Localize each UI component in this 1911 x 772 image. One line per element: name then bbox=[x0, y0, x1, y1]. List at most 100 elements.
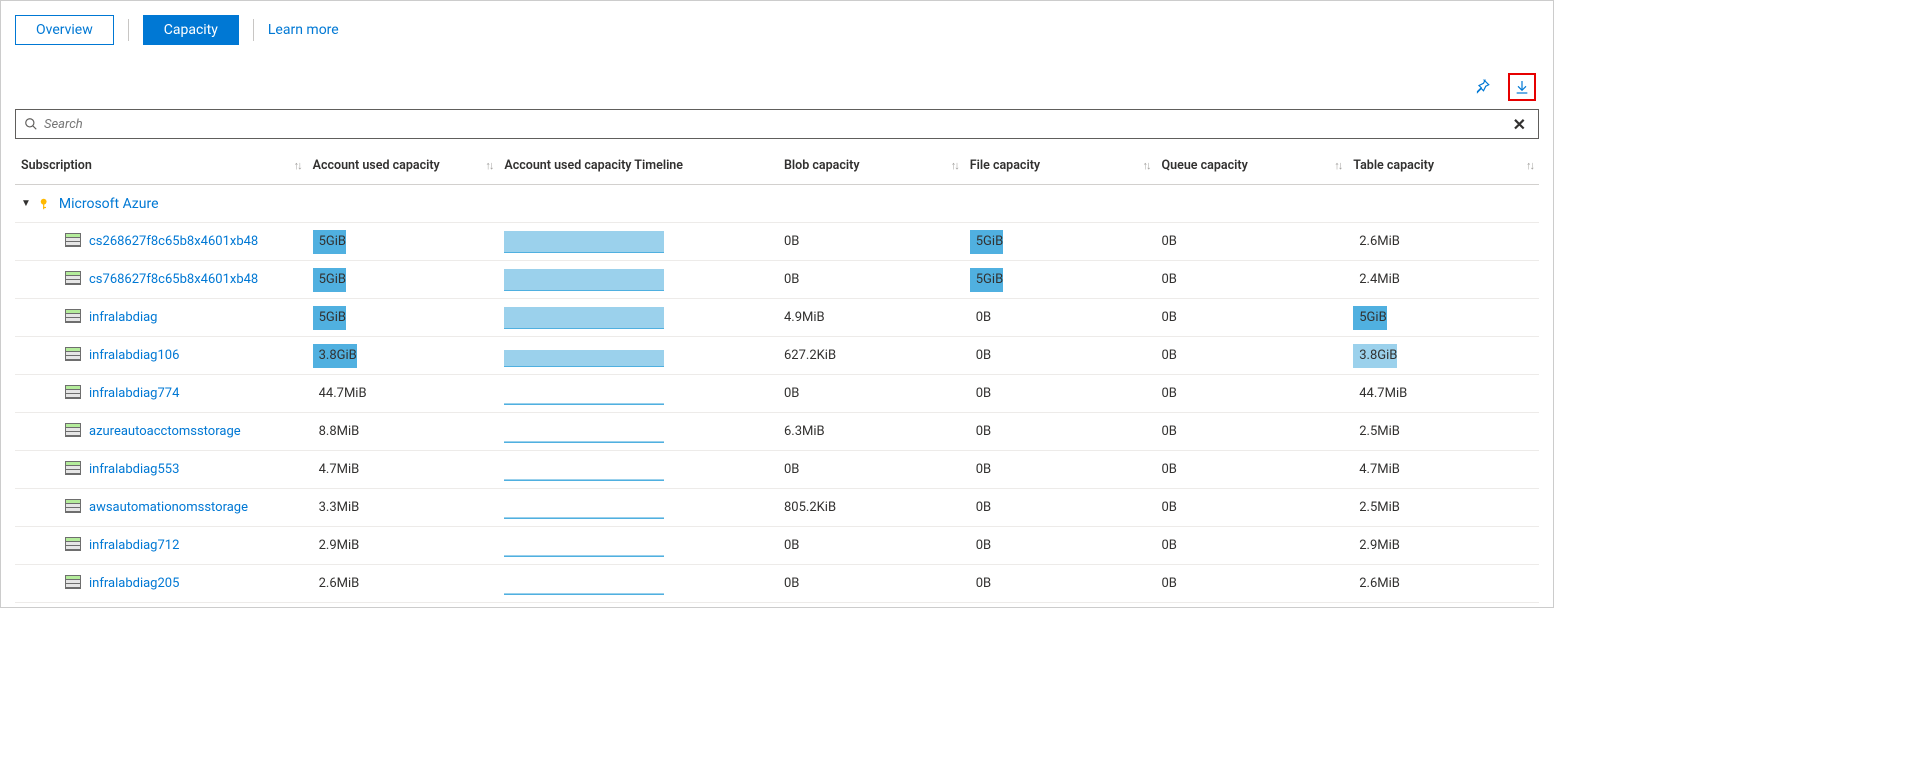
storage-account-icon bbox=[65, 309, 81, 323]
cell-used: 3.3MiB bbox=[307, 496, 499, 520]
capacity-bar-cell: 2.9MiB bbox=[1353, 534, 1400, 558]
cell-timeline bbox=[498, 535, 778, 557]
col-header-blob[interactable]: Blob capacity ↑↓ bbox=[778, 158, 964, 173]
capacity-bar-cell: 0B bbox=[970, 344, 991, 368]
cell-account: infralabdiag553 bbox=[15, 461, 307, 479]
cell-queue: 0B bbox=[1156, 348, 1348, 363]
capacity-bar-cell: 2.5MiB bbox=[1353, 420, 1400, 444]
storage-account-icon bbox=[65, 347, 81, 361]
capacity-bar-cell: 0B bbox=[970, 534, 991, 558]
storage-insights-panel: Overview Capacity Learn more ✕ Sub bbox=[0, 0, 1554, 608]
cell-file: 0B bbox=[964, 458, 1156, 482]
search-box[interactable]: ✕ bbox=[15, 109, 1539, 139]
tab-overview[interactable]: Overview bbox=[15, 15, 114, 45]
col-header-file[interactable]: File capacity ↑↓ bbox=[964, 158, 1156, 173]
cell-blob: 0B bbox=[778, 576, 964, 591]
cell-timeline bbox=[498, 497, 778, 519]
cell-table: 2.5MiB bbox=[1347, 420, 1539, 444]
storage-account-link[interactable]: cs268627f8c65b8x4601xb48 bbox=[89, 234, 258, 249]
storage-account-link[interactable]: infralabdiag106 bbox=[89, 348, 179, 363]
capacity-bar-cell: 0B bbox=[970, 572, 991, 596]
capacity-table: Subscription ↑↓ Account used capacity ↑↓… bbox=[15, 147, 1539, 603]
capacity-bar-cell: 2.6MiB bbox=[1353, 572, 1400, 596]
col-header-account-used[interactable]: Account used capacity ↑↓ bbox=[307, 158, 499, 173]
clear-search-button[interactable]: ✕ bbox=[1509, 115, 1530, 134]
storage-account-link[interactable]: infralabdiag205 bbox=[89, 576, 179, 591]
cell-blob: 0B bbox=[778, 462, 964, 477]
cell-blob: 0B bbox=[778, 272, 964, 287]
storage-account-icon bbox=[65, 461, 81, 475]
col-header-timeline: Account used capacity Timeline bbox=[498, 158, 778, 173]
cell-account: infralabdiag712 bbox=[15, 537, 307, 555]
cell-account: infralabdiag774 bbox=[15, 385, 307, 403]
cell-timeline bbox=[498, 421, 778, 443]
cell-table: 5GiB bbox=[1347, 306, 1539, 330]
cell-blob: 0B bbox=[778, 234, 964, 249]
cell-used: 3.8GiB bbox=[307, 344, 499, 368]
timeline-sparkline bbox=[504, 459, 664, 481]
cell-blob: 0B bbox=[778, 538, 964, 553]
cell-file: 0B bbox=[964, 306, 1156, 330]
timeline-sparkline bbox=[504, 231, 664, 253]
cell-account: infralabdiag106 bbox=[15, 347, 307, 365]
table-row: infralabdiag77444.7MiB0B0B0B44.7MiB bbox=[15, 375, 1539, 413]
cell-file: 5GiB bbox=[964, 230, 1156, 254]
capacity-bar-cell: 5GiB bbox=[970, 230, 1003, 254]
storage-account-icon bbox=[65, 499, 81, 513]
sort-icon: ↑↓ bbox=[294, 159, 301, 172]
download-icon bbox=[1514, 79, 1530, 95]
cell-queue: 0B bbox=[1156, 462, 1348, 477]
cell-table: 3.8GiB bbox=[1347, 344, 1539, 368]
capacity-bar-cell: 5GiB bbox=[313, 230, 346, 254]
capacity-bar-cell: 3.8GiB bbox=[1353, 344, 1397, 368]
cell-used: 5GiB bbox=[307, 268, 499, 292]
cell-file: 5GiB bbox=[964, 268, 1156, 292]
cell-account: cs268627f8c65b8x4601xb48 bbox=[15, 233, 307, 251]
storage-account-link[interactable]: infralabdiag bbox=[89, 310, 157, 325]
col-header-queue[interactable]: Queue capacity ↑↓ bbox=[1156, 158, 1348, 173]
cell-used: 2.6MiB bbox=[307, 572, 499, 596]
cell-timeline bbox=[498, 573, 778, 595]
storage-account-icon bbox=[65, 537, 81, 551]
cell-blob: 627.2KiB bbox=[778, 348, 964, 363]
capacity-bar-cell: 2.9MiB bbox=[313, 534, 360, 558]
cell-timeline bbox=[498, 345, 778, 367]
storage-account-icon bbox=[65, 385, 81, 399]
cell-timeline bbox=[498, 269, 778, 291]
tabs-row: Overview Capacity Learn more bbox=[15, 15, 1539, 45]
capacity-bar-cell: 2.6MiB bbox=[313, 572, 360, 596]
capacity-bar-cell: 0B bbox=[970, 496, 991, 520]
cell-account: cs768627f8c65b8x4601xb48 bbox=[15, 271, 307, 289]
timeline-sparkline bbox=[504, 497, 664, 519]
learn-more-link[interactable]: Learn more bbox=[268, 22, 339, 38]
capacity-bar-cell: 5GiB bbox=[313, 306, 346, 330]
pin-button[interactable] bbox=[1468, 73, 1496, 101]
cell-queue: 0B bbox=[1156, 234, 1348, 249]
timeline-sparkline bbox=[504, 269, 664, 291]
tab-capacity[interactable]: Capacity bbox=[143, 15, 239, 45]
search-input[interactable] bbox=[38, 117, 1509, 132]
capacity-bar-cell: 2.4MiB bbox=[1353, 268, 1400, 292]
download-button[interactable] bbox=[1508, 73, 1536, 101]
sort-icon: ↑↓ bbox=[485, 159, 492, 172]
sort-icon: ↑↓ bbox=[1143, 159, 1150, 172]
subscription-group-row[interactable]: ▼ Microsoft Azure bbox=[15, 185, 1539, 223]
capacity-bar-cell: 0B bbox=[970, 420, 991, 444]
cell-used: 2.9MiB bbox=[307, 534, 499, 558]
capacity-bar-cell: 44.7MiB bbox=[1353, 382, 1407, 406]
timeline-sparkline bbox=[504, 421, 664, 443]
col-header-subscription[interactable]: Subscription ↑↓ bbox=[15, 158, 307, 173]
timeline-sparkline bbox=[504, 307, 664, 329]
storage-account-link[interactable]: cs768627f8c65b8x4601xb48 bbox=[89, 272, 258, 287]
storage-account-link[interactable]: azureautoacctomsstorage bbox=[89, 424, 241, 439]
storage-account-link[interactable]: infralabdiag712 bbox=[89, 538, 179, 553]
cell-account: awsautomationomsstorage bbox=[15, 499, 307, 517]
capacity-bar-cell: 4.7MiB bbox=[313, 458, 360, 482]
col-header-table[interactable]: Table capacity ↑↓ bbox=[1347, 158, 1539, 173]
cell-timeline bbox=[498, 459, 778, 481]
cell-file: 0B bbox=[964, 572, 1156, 596]
tab-separator bbox=[128, 19, 129, 41]
storage-account-link[interactable]: infralabdiag553 bbox=[89, 462, 179, 477]
storage-account-link[interactable]: awsautomationomsstorage bbox=[89, 500, 248, 515]
storage-account-link[interactable]: infralabdiag774 bbox=[89, 386, 179, 401]
